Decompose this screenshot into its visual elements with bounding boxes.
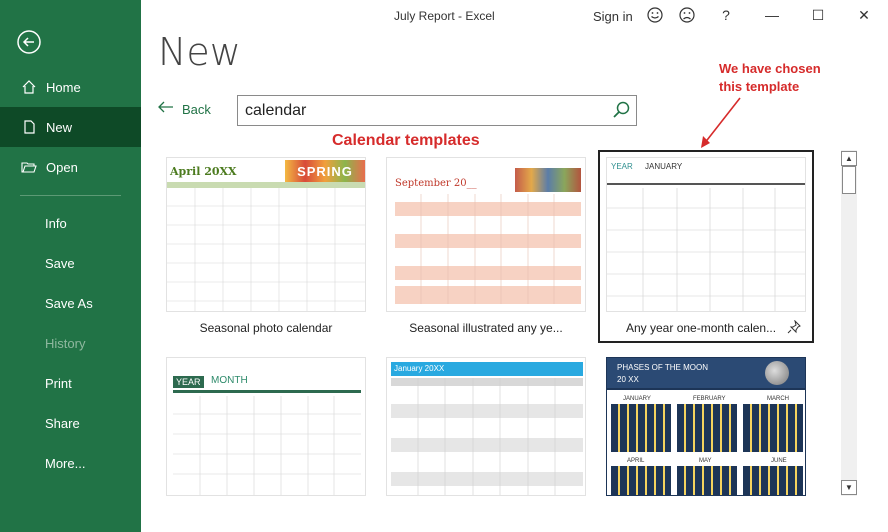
template-thumbnail: April 20XX SPRING: [166, 157, 366, 312]
template-thumbnail: YEAR JANUARY: [606, 157, 806, 312]
moon-grid: [677, 404, 737, 452]
page-title: New: [158, 30, 241, 74]
thumb-grid: [167, 188, 365, 311]
annotation-line: this template: [719, 79, 800, 94]
thumb-month: MAY: [699, 458, 712, 464]
back-arrow-icon[interactable]: [17, 30, 41, 54]
help-icon[interactable]: ?: [717, 6, 735, 24]
thumb-month: MARCH: [767, 396, 789, 402]
backstage-sidebar: Home New Open Info Save Save As History …: [0, 0, 141, 532]
template-thumbnail: September 20__: [386, 157, 586, 312]
moon-icon: [765, 361, 789, 385]
thumb-month: APRIL: [627, 458, 645, 464]
moon-grid: [743, 466, 803, 495]
sidebar-item-open[interactable]: Open: [0, 147, 141, 187]
new-document-icon: [20, 118, 38, 136]
sidebar-item-label: Print: [45, 375, 72, 391]
template-thumbnail: YEAR MONTH: [166, 357, 366, 496]
template-name: Seasonal illustrated any ye...: [409, 321, 563, 335]
thumb-banner: SPRING: [285, 160, 365, 184]
thumb-month: JANUARY: [645, 162, 683, 171]
sidebar-item-label: History: [45, 335, 86, 351]
back-button[interactable]: Back: [158, 100, 211, 118]
home-icon: [20, 78, 38, 96]
close-icon[interactable]: ✕: [855, 6, 873, 24]
sidebar-item-print[interactable]: Print: [0, 363, 141, 403]
scrollbar-track[interactable]: [841, 150, 857, 496]
sidebar-item-label: Save: [45, 255, 75, 271]
sidebar-item-new[interactable]: New: [0, 107, 141, 147]
thumb-grid: [607, 188, 805, 311]
sidebar-item-save-as[interactable]: Save As: [0, 283, 141, 323]
open-folder-icon: [20, 158, 38, 176]
thumb-illustration: [515, 168, 581, 192]
window-title: July Report - Excel: [394, 9, 495, 23]
thumb-title: PHASES OF THE MOON: [617, 363, 708, 372]
thumb-year: YEAR: [611, 162, 633, 171]
thumb-grid: [395, 194, 581, 304]
thumb-header-rule: [607, 183, 805, 185]
sidebar-item-home[interactable]: Home: [0, 67, 141, 107]
template-name: Seasonal photo calendar: [199, 321, 333, 335]
thumb-grid: [391, 378, 583, 495]
sidebar-item-info[interactable]: Info: [0, 203, 141, 243]
moon-grid: [611, 404, 671, 452]
sidebar-item-save[interactable]: Save: [0, 243, 141, 283]
scroll-up-icon[interactable]: ▲: [841, 151, 857, 166]
scrollbar-thumb[interactable]: [842, 166, 856, 194]
thumb-grid: [173, 396, 361, 495]
thumb-header-rule: [173, 390, 361, 393]
template-name: Any year one-month calen...: [626, 321, 777, 335]
annotation-chosen-template: We have chosen this template: [719, 60, 821, 96]
sidebar-item-label: More...: [45, 455, 86, 471]
sidebar-item-label: Info: [45, 215, 67, 231]
thumb-year: YEAR: [173, 376, 204, 388]
sidebar-item-label: New: [46, 119, 73, 135]
thumb-title: September 20__: [395, 178, 477, 189]
sidebar-item-more[interactable]: More...: [0, 443, 141, 483]
maximize-icon[interactable]: ☐: [809, 6, 827, 24]
left-arrow-icon: [158, 100, 174, 118]
sidebar-item-history: History: [0, 323, 141, 363]
moon-grid: [677, 466, 737, 495]
scroll-down-icon[interactable]: ▼: [841, 480, 857, 495]
sign-in-link[interactable]: Sign in: [593, 9, 633, 24]
annotation-calendar-templates: Calendar templates: [332, 132, 480, 149]
search-box: [237, 95, 637, 126]
thumb-month: FEBRUARY: [693, 396, 726, 402]
pin-icon[interactable]: [787, 319, 801, 334]
sidebar-item-label: Save As: [45, 295, 93, 311]
thumb-title: April 20XX: [170, 165, 237, 178]
thumb-subtitle: 20 XX: [617, 375, 639, 384]
sidebar-item-label: Home: [46, 79, 81, 95]
thumb-title: January 20XX: [391, 362, 583, 376]
moon-grid: [743, 404, 803, 452]
back-label: Back: [182, 101, 211, 117]
thumb-month: MONTH: [211, 375, 248, 386]
frown-icon[interactable]: [678, 6, 696, 24]
sidebar-item-share[interactable]: Share: [0, 403, 141, 443]
smiley-icon[interactable]: [646, 6, 664, 24]
sidebar-divider: [20, 195, 121, 196]
sidebar-item-label: Open: [46, 159, 78, 175]
sidebar-item-label: Share: [45, 415, 80, 431]
search-icon[interactable]: [612, 100, 632, 120]
annotation-line: We have chosen: [719, 61, 821, 76]
template-thumbnail: January 20XX: [386, 357, 586, 496]
thumb-month: JANUARY: [623, 396, 651, 402]
template-thumbnail: PHASES OF THE MOON 20 XX JANUARY FEBRUAR…: [606, 357, 806, 496]
moon-grid: [611, 466, 671, 495]
thumb-month: JUNE: [771, 458, 787, 464]
minimize-icon[interactable]: —: [763, 6, 781, 24]
search-input[interactable]: [238, 96, 598, 125]
annotation-arrow-icon: [701, 97, 741, 148]
